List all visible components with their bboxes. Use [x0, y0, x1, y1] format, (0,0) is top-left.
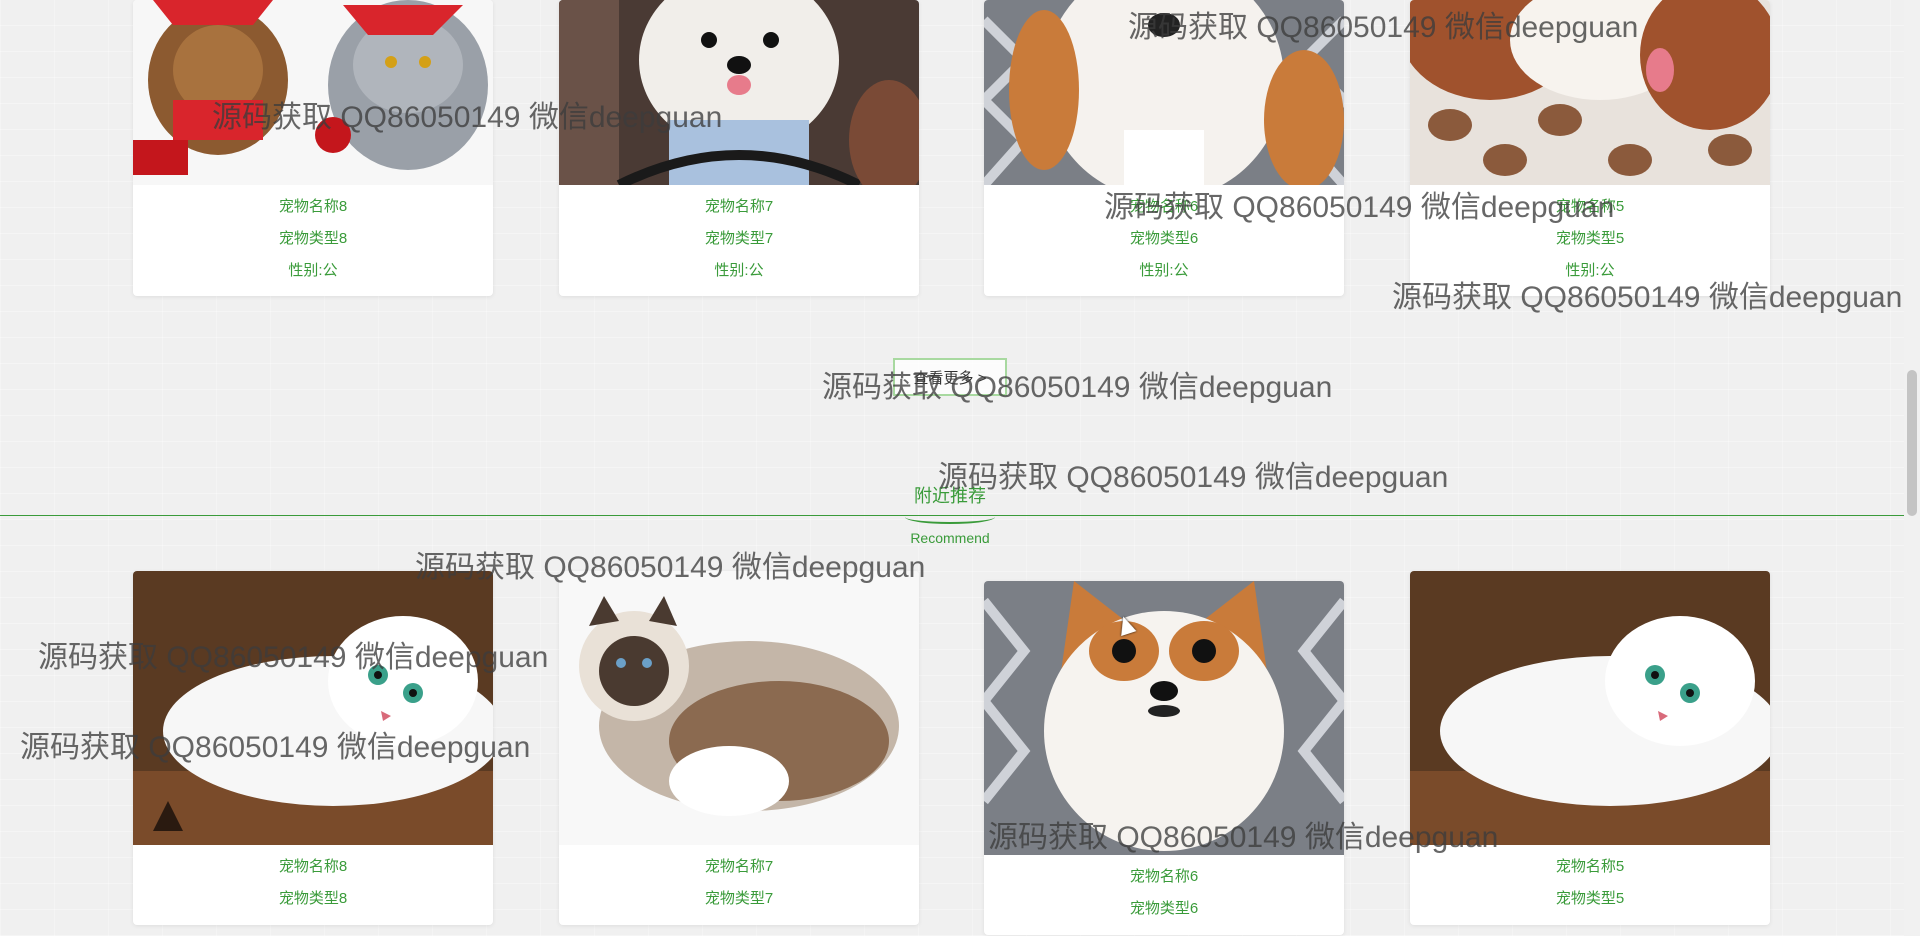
pet-card[interactable]: 宠物名称7 宠物类型7 性别:公: [559, 0, 919, 296]
pet-card[interactable]: 宠物名称8 宠物类型8: [133, 571, 493, 925]
pet-type: 宠物类型6: [1129, 900, 1199, 917]
scrollbar-thumb[interactable]: [1907, 370, 1917, 516]
pet-photo-christmas-dog-and-cat: [133, 0, 493, 185]
pet-photo-white-cat-on-brown: [133, 571, 493, 845]
pet-type: 宠物类型5: [1555, 890, 1625, 907]
vertical-scrollbar[interactable]: [1904, 0, 1920, 936]
pet-photo-chihuahua-dog: [984, 0, 1344, 185]
pet-type: 宠物类型8: [278, 230, 348, 247]
title-underline-arc: [905, 510, 995, 524]
pet-name: 宠物名称5: [1555, 198, 1625, 215]
pet-type: 宠物类型5: [1555, 230, 1625, 247]
pet-name: 宠物名称8: [278, 198, 348, 215]
pet-type: 宠物类型8: [278, 890, 348, 907]
pet-photo-spaniel-puppy-on-cushion: [1410, 0, 1770, 185]
pet-type: 宠物类型7: [704, 230, 774, 247]
pet-photo-white-cat-on-brown: [1410, 571, 1770, 845]
pet-card[interactable]: 宠物名称5 宠物类型5: [1410, 571, 1770, 925]
pet-card[interactable]: 宠物名称6 宠物类型6 性别:公: [984, 0, 1344, 296]
pet-name: 宠物名称7: [704, 198, 774, 215]
pet-name: 宠物名称6: [1129, 198, 1199, 215]
pet-card[interactable]: 宠物名称6 宠物类型6: [984, 581, 1344, 935]
view-more-button[interactable]: 查看更多 >: [893, 358, 1007, 396]
pet-gender: 性别:公: [1565, 262, 1615, 279]
pet-gender: 性别:公: [288, 262, 338, 279]
pet-name: 宠物名称5: [1555, 858, 1625, 875]
pet-name: 宠物名称8: [278, 858, 348, 875]
pet-name: 宠物名称7: [704, 858, 774, 875]
pet-name: 宠物名称6: [1129, 868, 1199, 885]
pet-photo-ragdoll-cat: [559, 571, 919, 845]
pet-card[interactable]: 宠物名称5 宠物类型5 性别:公: [1410, 0, 1770, 296]
recommend-title: 附近推荐: [914, 486, 986, 506]
pet-type: 宠物类型6: [1129, 230, 1199, 247]
pet-photo-white-poodle-in-car: [559, 0, 919, 185]
recommend-subtitle: Recommend: [910, 530, 990, 546]
pet-card[interactable]: 宠物名称7 宠物类型7: [559, 571, 919, 925]
pet-photo-papillon-dog: [984, 581, 1344, 855]
pet-gender: 性别:公: [714, 262, 764, 279]
pet-card[interactable]: 宠物名称8 宠物类型8 性别:公: [133, 0, 493, 296]
pet-type: 宠物类型7: [704, 890, 774, 907]
pet-gender: 性别:公: [1139, 262, 1189, 279]
